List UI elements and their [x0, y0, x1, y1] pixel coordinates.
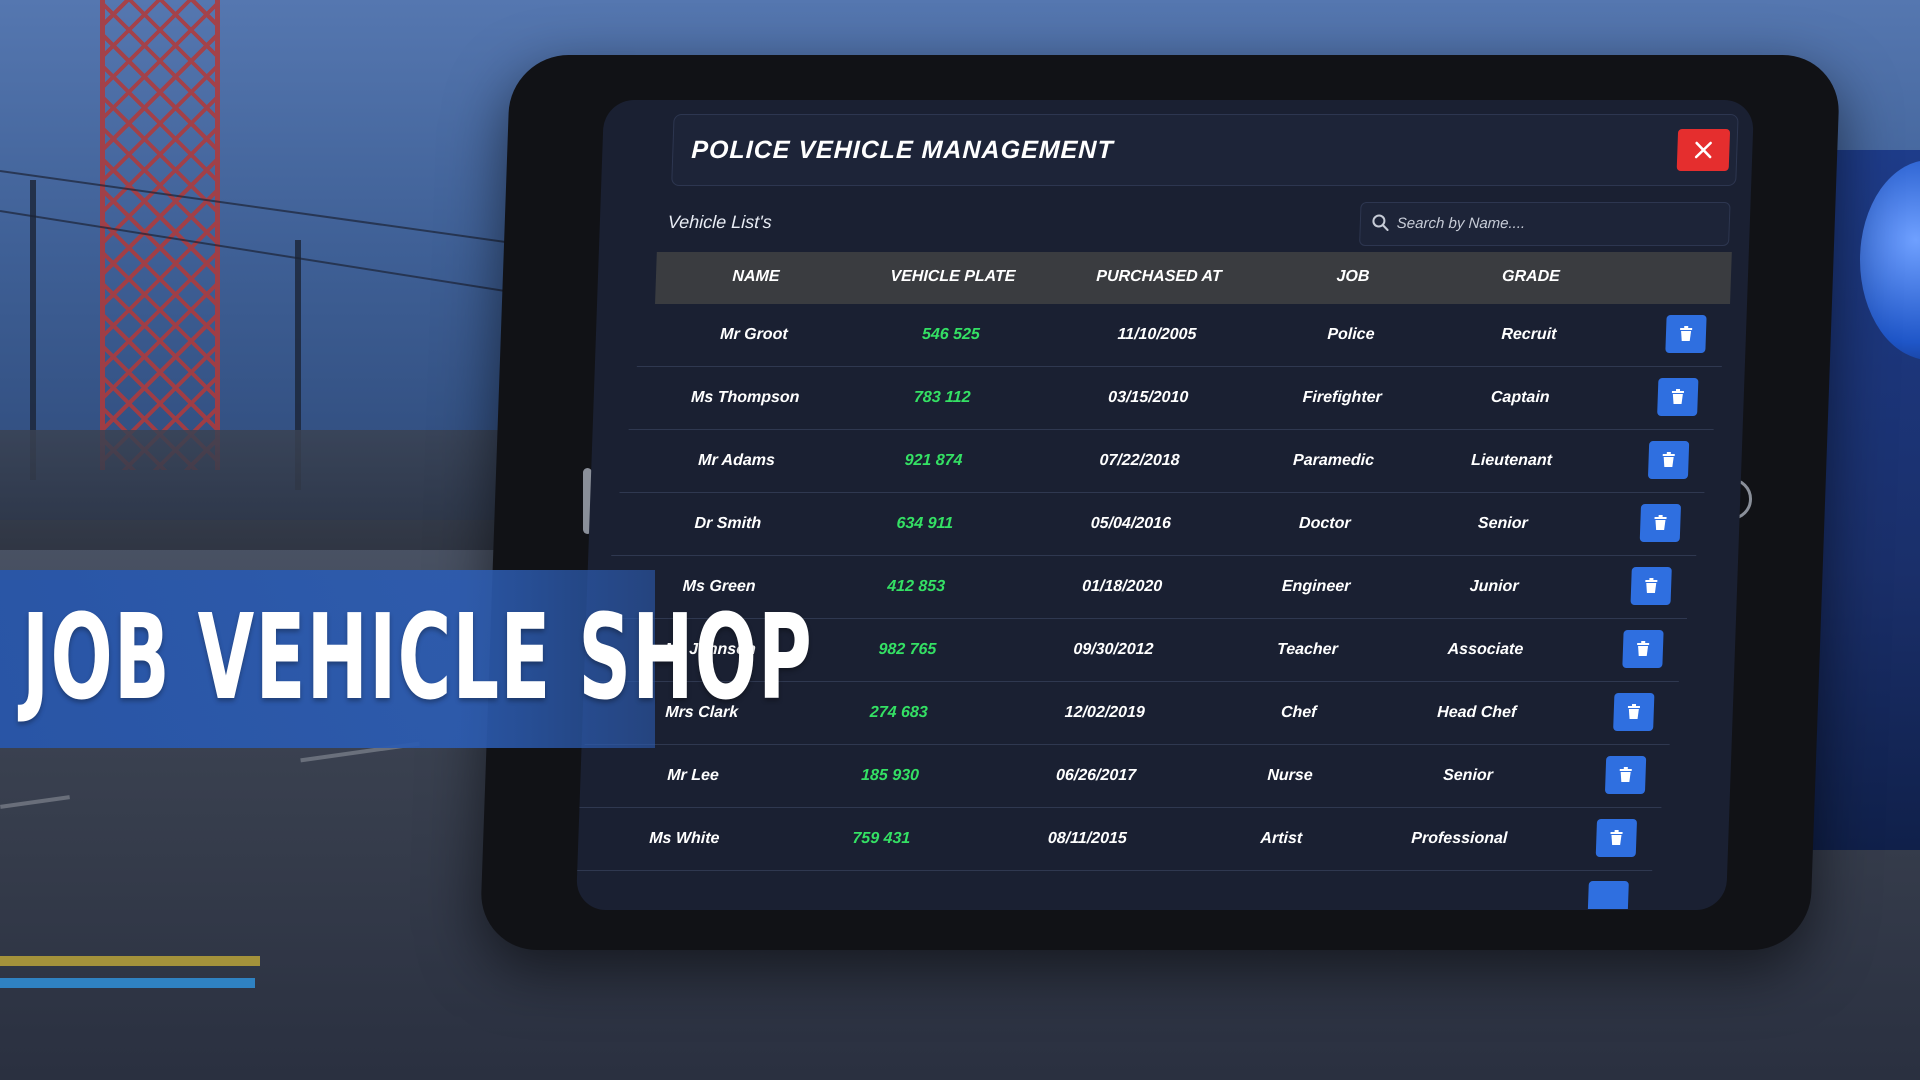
- delete-button[interactable]: [1630, 567, 1672, 605]
- cell-job: Paramedic: [1292, 452, 1375, 469]
- table-row: Ms Thompson 783 112 03/15/2010 Firefighter C…: [628, 367, 1716, 430]
- cell-grade: Junior: [1469, 578, 1519, 595]
- vehicle-list-label: Vehicle List's: [667, 212, 773, 232]
- delete-button[interactable]: [1587, 881, 1629, 909]
- delete-button[interactable]: [1613, 693, 1655, 731]
- trash-icon: [1636, 641, 1649, 656]
- search-input[interactable]: Search by Name....: [1359, 202, 1731, 246]
- cell-grade: Senior: [1477, 515, 1529, 532]
- delete-button[interactable]: [1665, 315, 1707, 353]
- cell-plate: 759 431: [852, 830, 911, 847]
- header-name: NAME: [732, 268, 780, 285]
- trash-icon: [1671, 389, 1684, 404]
- cell-purchased: 11/10/2005: [1117, 326, 1197, 343]
- cell-plate: 546 525: [921, 326, 981, 343]
- cell-name: Mr Groot: [719, 326, 789, 343]
- cell-job: Nurse: [1267, 767, 1314, 784]
- cell-plate: 412 853: [886, 578, 946, 595]
- hud-health-bar: [0, 978, 255, 988]
- hud-armor-bar: [0, 956, 260, 966]
- cell-plate: 274 683: [869, 704, 928, 721]
- trash-icon: [1645, 578, 1658, 593]
- cell-grade: Captain: [1490, 389, 1550, 406]
- cell-job: Doctor: [1298, 515, 1351, 532]
- header-purchased-at: PURCHASED AT: [1096, 268, 1222, 285]
- table-row: Mr Groot 546 525 11/10/2005 Police Recruit: [636, 304, 1725, 367]
- cell-plate: 185 930: [860, 767, 920, 784]
- background-bridge: [0, 430, 560, 550]
- cell-name: Dr Smith: [694, 515, 762, 532]
- trash-icon: [1680, 326, 1693, 341]
- cell-grade: Senior: [1442, 767, 1494, 784]
- cell-job: Police: [1327, 326, 1375, 343]
- cell-name: Ms White: [648, 830, 720, 847]
- delete-button[interactable]: [1639, 504, 1681, 542]
- close-button[interactable]: [1676, 129, 1731, 171]
- cell-name: Mr Lee: [666, 767, 720, 784]
- cell-purchased: 12/02/2019: [1064, 704, 1146, 721]
- banner-title: JOB VEHICLE SHOP: [22, 588, 814, 726]
- delete-button[interactable]: [1656, 378, 1698, 416]
- table-row: Mr Lee 185 930 06/26/2017 Nurse Senior: [575, 745, 1664, 808]
- cell-job: Chef: [1280, 704, 1317, 721]
- delete-button[interactable]: [1604, 756, 1646, 794]
- trash-icon: [1619, 767, 1632, 782]
- close-icon: [1694, 141, 1712, 159]
- cell-plate: 921 874: [904, 452, 963, 469]
- table-row: Dr Smith 634 911 05/04/2016 Doctor Senior: [610, 493, 1698, 556]
- cell-job: Engineer: [1281, 578, 1351, 595]
- delete-button[interactable]: [1595, 819, 1638, 857]
- header-grade: GRADE: [1501, 268, 1561, 285]
- cell-plate: 634 911: [896, 515, 954, 532]
- cell-plate: 783 112: [913, 389, 971, 406]
- cell-grade: Professional: [1411, 830, 1508, 847]
- cell-grade: Lieutenant: [1470, 452, 1553, 469]
- table-row: Ms White 759 431 08/11/2015 Artist Professio…: [575, 808, 1655, 871]
- cell-grade: Recruit: [1501, 326, 1557, 343]
- trash-icon: [1627, 704, 1640, 719]
- cell-job: Firefighter: [1302, 389, 1383, 406]
- cell-name: Mr Adams: [697, 452, 776, 469]
- table-header: NAME VEHICLE PLATE PURCHASED AT JOB GRAD…: [655, 252, 1732, 304]
- table-row: Mr Adams 921 874 07/22/2018 Paramedic Lieute…: [619, 430, 1707, 493]
- cell-purchased: 06/26/2017: [1055, 767, 1137, 784]
- cell-grade: Head Chef: [1436, 704, 1517, 721]
- cell-purchased: 05/04/2016: [1090, 515, 1172, 532]
- tablet-screen: POLICE VEHICLE MANAGEMENT Vehicle List's…: [575, 100, 1755, 910]
- cell-job: Artist: [1260, 830, 1303, 847]
- cell-purchased: 07/22/2018: [1099, 452, 1180, 469]
- search-icon: [1372, 214, 1389, 231]
- search-placeholder: Search by Name....: [1396, 215, 1526, 232]
- cell-plate: 982 765: [878, 641, 937, 658]
- cell-purchased: 01/18/2020: [1081, 578, 1163, 595]
- trash-icon: [1654, 515, 1667, 530]
- header-vehicle-plate: VEHICLE PLATE: [890, 268, 1016, 285]
- header-job: JOB: [1336, 268, 1370, 285]
- cell-grade: Associate: [1447, 641, 1524, 658]
- trash-icon: [1662, 452, 1675, 467]
- window-title: POLICE VEHICLE MANAGEMENT: [690, 136, 1115, 164]
- cell-name: Ms Thompson: [690, 389, 800, 406]
- delete-button[interactable]: [1621, 630, 1664, 668]
- trash-icon: [1610, 830, 1623, 845]
- cell-purchased: 08/11/2015: [1047, 830, 1128, 847]
- delete-button[interactable]: [1647, 441, 1690, 479]
- cell-purchased: 09/30/2012: [1073, 641, 1154, 658]
- cell-job: Teacher: [1276, 641, 1339, 658]
- cell-purchased: 03/15/2010: [1107, 389, 1189, 406]
- window-titlebar: POLICE VEHICLE MANAGEMENT: [671, 114, 1739, 186]
